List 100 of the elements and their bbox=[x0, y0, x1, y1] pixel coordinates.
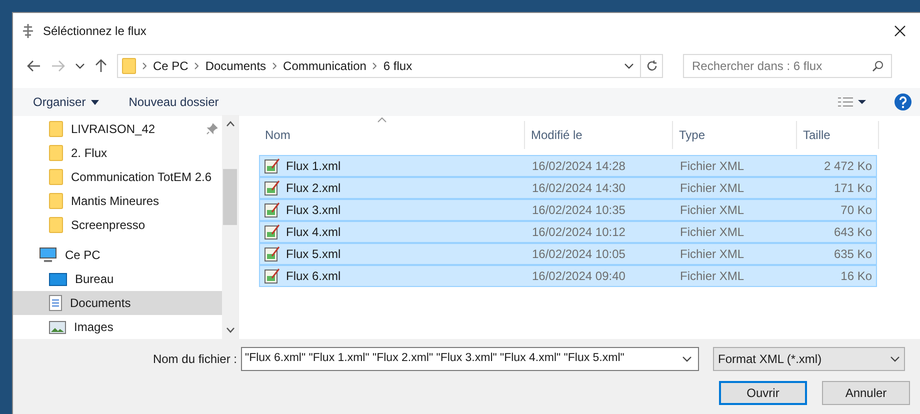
file-name: Flux 3.xml bbox=[286, 202, 341, 219]
desktop-icon bbox=[49, 272, 67, 286]
filename-dropdown-icon bbox=[682, 356, 692, 362]
modified-date-cell-text: 16/02/2024 10:35 bbox=[531, 202, 626, 219]
help-icon[interactable] bbox=[894, 93, 912, 111]
breadcrumb[interactable]: Ce PC bbox=[153, 57, 188, 75]
address-bar[interactable]: Ce PC Documents Communication 6 flux bbox=[117, 54, 663, 78]
modified-date-cell-text: 16/02/2024 10:12 bbox=[531, 224, 626, 241]
back-arrow-icon[interactable] bbox=[27, 60, 41, 72]
folder-icon bbox=[49, 193, 63, 209]
navigation-label: Mantis Mineures bbox=[71, 193, 160, 210]
recent-locations-icon bbox=[75, 63, 85, 69]
close-icon bbox=[894, 24, 906, 36]
navigation-label: Communication TotEM 2.6 bbox=[71, 169, 213, 186]
file-type-cell-text: Fichier XML bbox=[679, 246, 746, 263]
xml-file-icon bbox=[264, 246, 280, 262]
file-type-cell-text: Fichier XML bbox=[679, 158, 746, 175]
navigation-label: Ce PC bbox=[65, 247, 102, 264]
file-type-cell-text: Fichier XML bbox=[679, 180, 746, 197]
folder-icon bbox=[122, 58, 136, 74]
file-type-dropdown[interactable]: Format XML (*.xml) bbox=[713, 347, 905, 371]
up-arrow-icon[interactable] bbox=[95, 59, 107, 73]
cancel-button[interactable]: Annuler bbox=[822, 381, 910, 405]
navigation-label: Images bbox=[74, 319, 114, 336]
document-icon bbox=[49, 295, 62, 311]
column-header[interactable]: Type bbox=[673, 121, 797, 149]
navigation-label: Screenpresso bbox=[71, 217, 146, 234]
modified-date-cell-text: 16/02/2024 14:28 bbox=[531, 158, 626, 175]
file-name: Flux 1.xml bbox=[286, 158, 341, 175]
column-header[interactable]: Modifié le bbox=[525, 121, 673, 149]
file-name: Flux 2.xml bbox=[286, 180, 341, 197]
file-type-cell-text: Fichier XML bbox=[679, 224, 746, 241]
folder-icon bbox=[49, 217, 63, 233]
scroll-up-icon[interactable] bbox=[226, 121, 234, 127]
navigation-item[interactable]: Images bbox=[13, 315, 222, 339]
organize-menu-button[interactable]: Organiser bbox=[33, 93, 99, 111]
xml-file-icon bbox=[264, 180, 280, 196]
navigation-item[interactable]: Documents bbox=[13, 291, 222, 315]
scroll-down-icon[interactable] bbox=[226, 327, 234, 333]
filename-label: Nom du fichier : bbox=[152, 351, 238, 368]
navigation-item[interactable]: Screenpresso bbox=[13, 213, 222, 237]
search-field[interactable]: Rechercher dans : 6 flux bbox=[683, 54, 892, 78]
file-size-cell-text: 70 Ko bbox=[840, 202, 873, 219]
search-icon bbox=[872, 60, 884, 72]
folder-icon bbox=[49, 169, 63, 185]
new-folder-button[interactable]: Nouveau dossier bbox=[128, 93, 219, 111]
breadcrumb[interactable]: Documents bbox=[205, 57, 266, 75]
navigation-item[interactable]: Communication TotEM 2.6 bbox=[13, 165, 222, 189]
refresh-icon bbox=[646, 60, 658, 72]
breadcrumb-separator-icon bbox=[194, 62, 200, 70]
computer-icon bbox=[39, 247, 57, 263]
xml-file-icon bbox=[264, 202, 280, 218]
open-button[interactable]: Ouvrir bbox=[719, 381, 807, 405]
navigation-item[interactable]: Ce PC bbox=[13, 243, 222, 267]
file-row[interactable]: Flux 2.xml 16/02/2024 14:30 Fichier XML 171 Ko bbox=[259, 177, 877, 199]
modified-date-cell-text: 16/02/2024 10:05 bbox=[531, 246, 626, 263]
file-type-cell-text: Fichier XML bbox=[679, 268, 746, 285]
file-row[interactable]: Flux 3.xml 16/02/2024 10:35 Fichier XML 70 Ko bbox=[259, 199, 877, 221]
filename-value: "Flux 6.xml" "Flux 1.xml" "Flux 2.xml" "Flux 3.xml" "Flux 4.xml" "Flux 5.xml" bbox=[245, 351, 626, 366]
file-row[interactable]: Flux 6.xml 16/02/2024 09:40 Fichier XML 16 Ko bbox=[259, 265, 877, 287]
navigation-label: LIVRAISON_42 bbox=[71, 121, 156, 138]
file-size-cell-text: 635 Ko bbox=[832, 246, 873, 263]
file-name: Flux 4.xml bbox=[286, 224, 341, 241]
navigation-label: Bureau bbox=[75, 271, 115, 288]
xml-file-icon bbox=[264, 268, 280, 284]
folder-icon bbox=[49, 145, 63, 161]
file-size-cell-text: 2 472 Ko bbox=[822, 158, 873, 175]
navigation-item[interactable]: Bureau bbox=[13, 267, 222, 291]
file-type-cell-text: Fichier XML bbox=[679, 202, 746, 219]
file-row[interactable]: Flux 1.xml 16/02/2024 14:28 Fichier XML 2 472 Ko bbox=[259, 155, 877, 177]
navigation-label: Documents bbox=[70, 295, 132, 312]
image-icon bbox=[49, 320, 66, 334]
scrollbar-thumb[interactable] bbox=[223, 169, 237, 225]
file-row[interactable]: Flux 5.xml 16/02/2024 10:05 Fichier XML 635 Ko bbox=[259, 243, 877, 265]
navigation-label: 2. Flux bbox=[71, 145, 108, 162]
file-type-filter: Format XML (*.xml) bbox=[718, 351, 823, 368]
file-size-cell-text: 16 Ko bbox=[840, 268, 873, 285]
breadcrumb-separator-icon bbox=[372, 62, 378, 70]
xml-file-icon bbox=[264, 224, 280, 240]
breadcrumb[interactable]: 6 flux bbox=[383, 57, 412, 75]
file-row[interactable]: Flux 4.xml 16/02/2024 10:12 Fichier XML 643 Ko bbox=[259, 221, 877, 243]
filter-dropdown-icon bbox=[890, 356, 900, 362]
modified-date-cell-text: 16/02/2024 14:30 bbox=[531, 180, 626, 197]
column-header[interactable]: Nom bbox=[259, 121, 525, 149]
file-size-cell-text: 643 Ko bbox=[832, 224, 873, 241]
view-options-icon[interactable] bbox=[838, 97, 866, 107]
filename-field[interactable]: "Flux 6.xml" "Flux 1.xml" "Flux 2.xml" "Flux 3.xml" "Flux 4.xml" "Flux 5.xml" bbox=[241, 347, 699, 371]
window-title: Séléctionnez le flux bbox=[43, 22, 148, 40]
breadcrumb-separator-icon bbox=[272, 62, 278, 70]
file-name: Flux 6.xml bbox=[286, 268, 341, 285]
folder-icon bbox=[49, 121, 63, 137]
navigation-item[interactable]: LIVRAISON_42 bbox=[13, 117, 222, 141]
breadcrumb[interactable]: Communication bbox=[283, 57, 366, 75]
dropdown-arrow-icon bbox=[90, 100, 99, 104]
modified-date-cell-text: 16/02/2024 09:40 bbox=[531, 268, 626, 285]
column-header[interactable]: Taille bbox=[797, 121, 879, 149]
breadcrumb-separator-icon bbox=[142, 62, 147, 70]
navigation-item[interactable]: 2. Flux bbox=[13, 141, 222, 165]
navigation-item[interactable]: Mantis Mineures bbox=[13, 189, 222, 213]
xml-file-icon bbox=[264, 158, 280, 174]
